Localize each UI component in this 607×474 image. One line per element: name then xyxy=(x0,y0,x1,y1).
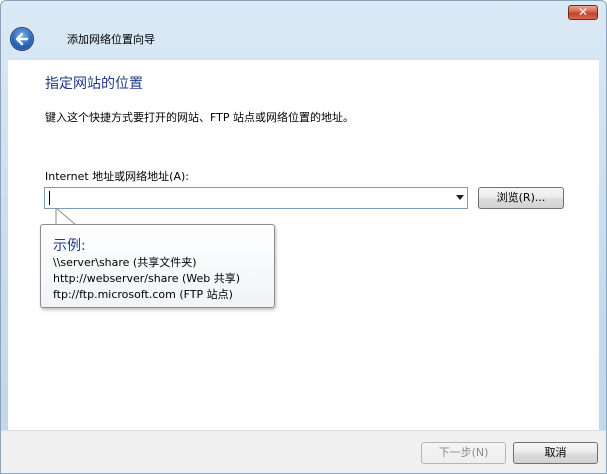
title-bar: ✕ 添加网络位置向导 xyxy=(1,1,606,59)
address-input[interactable] xyxy=(45,188,449,208)
next-button[interactable]: 下一步(N) xyxy=(421,442,506,464)
address-combobox[interactable] xyxy=(44,187,468,209)
back-arrow-icon xyxy=(15,32,29,46)
tooltip-example-share: \\server\share (共享文件夹) xyxy=(53,256,197,269)
tooltip-heading: 示例: xyxy=(53,238,86,254)
back-button[interactable] xyxy=(10,27,34,51)
address-label: Internet 地址或网络地址(A): xyxy=(45,170,189,183)
wizard-content: 指定网站的位置 键入这个快捷方式要打开的网站、FTP 站点或网络位置的地址。 I… xyxy=(8,59,599,430)
text-caret xyxy=(49,191,50,205)
close-icon: ✕ xyxy=(577,5,589,19)
close-button[interactable]: ✕ xyxy=(568,5,598,20)
wizard-footer: 下一步(N) 取消 xyxy=(1,430,606,473)
tooltip-example-ftp: ftp://ftp.microsoft.com (FTP 站点) xyxy=(53,288,233,301)
wizard-window: ✕ 添加网络位置向导 指定网站的位置 键入这个快捷方式要打开的网站、FTP 站点… xyxy=(0,0,607,474)
wizard-title: 添加网络位置向导 xyxy=(67,33,155,46)
page-heading: 指定网站的位置 xyxy=(45,76,143,92)
example-tooltip: 示例: \\server\share (共享文件夹) http://webser… xyxy=(40,224,275,308)
browse-button[interactable]: 浏览(R)... xyxy=(478,187,564,209)
tooltip-example-web: http://webserver/share (Web 共享) xyxy=(53,272,241,285)
cancel-button[interactable]: 取消 xyxy=(513,442,598,464)
chevron-down-icon[interactable] xyxy=(456,195,464,200)
page-instruction: 键入这个快捷方式要打开的网站、FTP 站点或网络位置的地址。 xyxy=(45,111,354,124)
